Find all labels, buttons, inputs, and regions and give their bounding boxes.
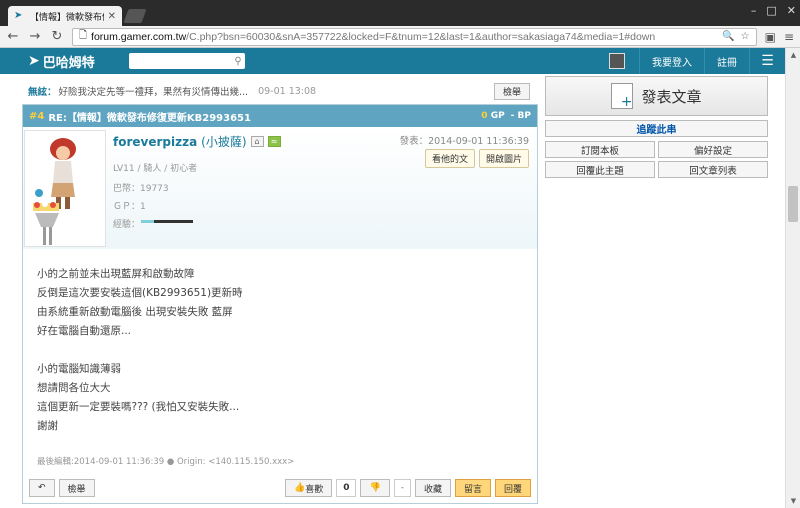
window-controls: – □ ✕ (751, 4, 796, 17)
extension-icon[interactable]: ▣ (765, 30, 776, 44)
reload-icon[interactable]: ↻ (50, 29, 64, 44)
preferences-button[interactable]: 偏好設定 (658, 141, 768, 158)
undo-button[interactable]: ↶ (29, 479, 55, 497)
like-button[interactable]: 👍 喜歡 (284, 479, 333, 497)
tab-close-icon[interactable]: ✕ (108, 11, 116, 22)
url-path: /C.php?bsn=60030&snA=357722&locked=F&tnu… (186, 30, 656, 43)
avatar-figure-icon (33, 138, 76, 245)
author-coins: 巴幣：19773 (113, 184, 169, 194)
dislike-count: - (393, 479, 411, 497)
browser-toolbar: ← → ↻ 🗋 forum.gamer.com.tw/C.php?bsn=600… (0, 26, 800, 48)
back-to-list-button[interactable]: 回文章列表 (658, 161, 768, 178)
thumbs-up-icon: 👍 (293, 483, 306, 493)
post-title-bar: #4 RE:【情報】微軟發布修復更新KB2993651 0 GP - BP (23, 105, 537, 127)
track-thread-button[interactable]: 追蹤此串 (545, 120, 768, 137)
bp-label: - BP (510, 111, 531, 121)
thumbs-down-icon: 👎 (369, 483, 381, 493)
header-right: 我要登入 註冊 ☰ (609, 48, 785, 74)
gp-value: 0 (481, 111, 488, 121)
scroll-down-icon[interactable]: ▼ (786, 494, 800, 508)
new-tab-button[interactable] (123, 9, 147, 23)
scroll-up-icon[interactable]: ▲ (786, 48, 800, 62)
zoom-icon[interactable]: 🔍 (722, 31, 734, 42)
page-icon: 🗋 (79, 30, 88, 41)
sidebar: + 發表文章 追蹤此串 訂閱本板 偏好設定 回覆此主題 回文章列表 (545, 76, 768, 178)
news-label[interactable]: 無絃： (28, 84, 57, 98)
author-area: foreverpizza (小披薩) ⌂ ≈ 發表：2014-09-01 11:… (23, 127, 537, 249)
site-logo[interactable]: ➤ 巴哈姆特 (28, 52, 95, 71)
collect-button[interactable]: 收藏 (414, 479, 451, 497)
author-avatar[interactable] (24, 130, 106, 247)
page-content: 無絃： 好險我決定先等一禮拜，果然有災情傳出幾... 09-01 13:08 檢… (0, 74, 785, 508)
view-posts-button[interactable]: 看他的文 (424, 149, 475, 168)
search-icon[interactable]: ⚲ (234, 56, 241, 67)
post-date: 發表：2014-09-01 11:36:39 (399, 136, 529, 147)
post-body: 小的之前並未出現藍屏和啟動故障 反倒是這次要安裝這個(KB2993651)更新時… (37, 268, 243, 432)
window-close-icon[interactable]: ✕ (787, 4, 796, 17)
reply-topic-button[interactable]: 回覆此主題 (545, 161, 655, 178)
exp-bar (141, 220, 193, 223)
page-scrollbar[interactable]: ▲ ▼ (785, 48, 800, 508)
browser-tab[interactable]: ➤ 【情報】微軟發布修復更新 ✕ (8, 6, 122, 26)
comment-button[interactable]: 留言 (454, 479, 491, 497)
scroll-thumb[interactable] (788, 186, 798, 222)
author-level: LV11 / 騎人 / 初心者 (113, 164, 198, 174)
hamburger-menu-icon[interactable]: ☰ (749, 48, 785, 74)
publish-label: 發表文章 (641, 87, 702, 106)
open-images-button[interactable]: 開啟圖片 (478, 149, 529, 168)
publish-button[interactable]: + 發表文章 (545, 76, 768, 116)
gp-label: GP (490, 111, 505, 121)
forum-post: #4 RE:【情報】微軟發布修復更新KB2993651 0 GP - BP fo… (22, 104, 538, 504)
dislike-button[interactable]: 👎 (360, 479, 390, 497)
report-button[interactable]: 檢舉 (58, 479, 95, 497)
edit-info: 最後編輯:2014-09-01 11:36:39 ● Origin: <140.… (37, 457, 295, 467)
forward-icon[interactable]: → (28, 29, 42, 44)
reply-button[interactable]: 回覆 (494, 479, 531, 497)
sidebar-button-grid: 訂閱本板 偏好設定 回覆此主題 回文章列表 (545, 141, 768, 178)
post-score: 0 GP - BP (481, 111, 531, 121)
report-button-top[interactable]: 檢舉 (493, 83, 530, 100)
site-favicon-icon: ➤ (14, 10, 23, 21)
register-link[interactable]: 註冊 (704, 48, 749, 74)
post-title: RE:【情報】微軟發布修復更新KB2993651 (48, 112, 251, 124)
bookmark-star-icon[interactable]: ☆ (741, 31, 750, 42)
minimize-icon[interactable]: – (751, 4, 757, 17)
new-document-icon: + (611, 83, 634, 109)
url-text: forum.gamer.com.tw/C.php?bsn=60030&snA=3… (91, 31, 718, 43)
dragon-logo-icon: ➤ (28, 53, 40, 69)
site-search-input[interactable]: ⚲ (128, 53, 245, 69)
subscribe-board-button[interactable]: 訂閱本板 (545, 141, 655, 158)
author-name: foreverpizza (小披薩) ⌂ ≈ (113, 133, 281, 150)
author-id[interactable]: foreverpizza (113, 135, 197, 149)
maximize-icon[interactable]: □ (766, 4, 776, 17)
post-action-bar: ↶ 檢舉 👍 喜歡 0 👎 - 收藏 留言 回覆 (23, 473, 537, 503)
news-text[interactable]: 好險我決定先等一禮拜，果然有災情傳出幾... (59, 84, 249, 98)
site-header: ➤ 巴哈姆特 ⚲ 我要登入 註冊 ☰ (0, 48, 785, 74)
exp-fill (141, 220, 154, 223)
author-buttons: 看他的文 開啟圖片 (424, 149, 529, 168)
exp-label: 經驗： (113, 220, 141, 230)
omnibox-icons: 🔍 ☆ (722, 31, 749, 42)
browser-tabstrip: ➤ 【情報】微軟發布修復更新 ✕ – □ ✕ (0, 0, 800, 26)
address-bar[interactable]: 🗋 forum.gamer.com.tw/C.php?bsn=60030&snA… (72, 27, 757, 46)
undo-icon: ↶ (38, 483, 46, 493)
author-gp: ＧＰ：1 (113, 202, 146, 212)
post-floor: #4 (29, 110, 45, 122)
news-time: 09-01 13:08 (258, 85, 317, 97)
like-count: 0 (336, 479, 357, 497)
url-host: forum.gamer.com.tw (91, 30, 187, 43)
news-bar: 無絃： 好險我決定先等一禮拜，果然有災情傳出幾... 09-01 13:08 檢… (22, 82, 538, 100)
user-avatar[interactable] (609, 53, 625, 69)
tab-title: 【情報】微軟發布修復更新 (30, 12, 104, 23)
login-link[interactable]: 我要登入 (639, 48, 704, 74)
logo-text: 巴哈姆特 (42, 55, 95, 71)
browser-menu-icon[interactable]: ≡ (784, 30, 794, 44)
back-icon[interactable]: ← (6, 29, 20, 44)
rss-icon[interactable]: ≈ (267, 136, 281, 147)
like-label: 喜歡 (305, 484, 324, 495)
author-nickname[interactable]: (小披薩) (201, 133, 246, 150)
home-icon[interactable]: ⌂ (250, 136, 264, 147)
